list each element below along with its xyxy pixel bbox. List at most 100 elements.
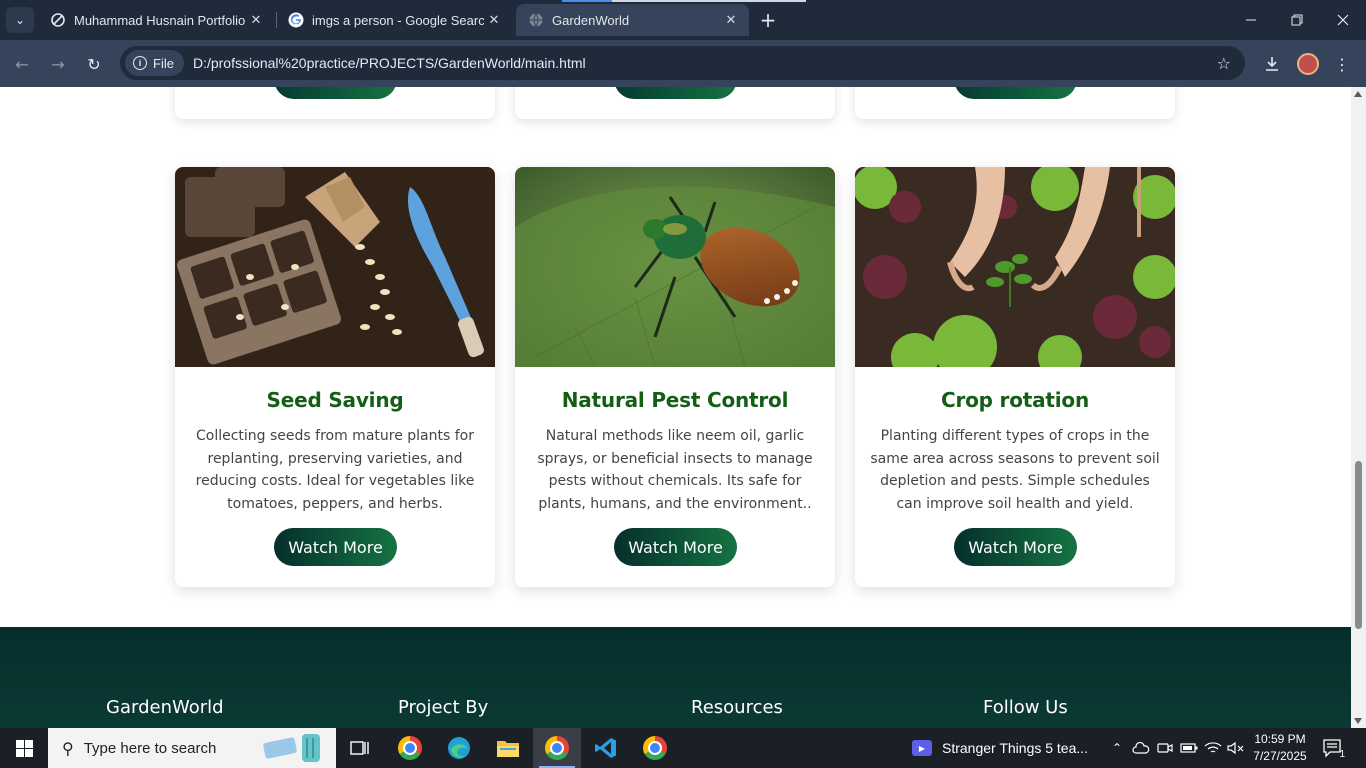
taskbar-media-widget[interactable]: ▶ Stranger Things 5 tea... [912,728,1088,768]
tab-google-search[interactable]: imgs a person - Google Search ✕ [276,4,512,36]
page-content: Seed Saving Collecting seeds from mature… [0,87,1351,728]
tab-gardenworld[interactable]: GardenWorld ✕ [516,4,749,36]
battery-icon [1180,743,1198,753]
minimize-icon [1246,19,1256,21]
chevron-down-icon: ⌄ [14,13,26,27]
wifi-icon [1204,742,1222,753]
beetle-on-leaf-photo [515,167,835,367]
portfolio-favicon-icon [50,12,66,28]
chrome-icon [545,736,569,760]
tab-title: imgs a person - Google Search [312,12,484,28]
vscode-icon [595,738,616,758]
card-description: Natural methods like neem oil, garlic sp… [537,428,813,512]
profile-button[interactable] [1294,50,1322,78]
close-icon [1337,14,1349,26]
task-view-button[interactable] [336,728,384,768]
close-window-button[interactable] [1320,0,1366,40]
taskbar-search[interactable]: ⚲ Type here to search [48,728,336,768]
volume-tray[interactable] [1225,728,1247,768]
menu-button[interactable]: ⋮ [1330,50,1354,78]
card-title: Natural Pest Control [561,388,789,412]
back-button[interactable]: ← [8,50,36,78]
edge-icon [448,737,470,759]
bookmark-star-icon[interactable]: ☆ [1217,54,1231,73]
tab-portfolio[interactable]: Muhammad Husnain Portfolio D ✕ [38,4,274,36]
taskbar-clock[interactable]: 10:59 PM 7/27/2025 [1248,731,1312,765]
card-crop-rotation: Crop rotation Planting different types o… [855,167,1175,587]
plus-icon: + [759,8,777,32]
page-scrollbar[interactable] [1351,87,1366,728]
close-icon[interactable]: ✕ [246,10,266,30]
notification-center-button[interactable]: 1 [1322,738,1345,760]
scroll-down-arrow-icon[interactable] [1354,718,1362,724]
footer-heading-resources: Resources [691,697,783,718]
watch-more-button[interactable] [614,87,737,99]
taskbar-chrome-1[interactable] [386,728,434,768]
url-text[interactable]: D:/profssional%20practice/PROJECTS/Garde… [193,55,1217,71]
watch-more-button[interactable] [274,87,397,99]
card-natural-pest-control: Natural Pest Control Natural methods lik… [515,167,835,587]
windows-logo-icon [15,739,33,757]
search-highlight-illustration-icon [263,734,320,762]
taskbar-vscode[interactable] [582,728,630,768]
clock-date: 7/27/2025 [1253,749,1307,763]
media-title: Stranger Things 5 tea... [942,740,1089,756]
watch-more-button[interactable]: Watch More [954,528,1077,566]
forward-button[interactable]: → [44,50,72,78]
site-footer: GardenWorld Project By Resources Follow … [0,627,1351,728]
scheme-label: File [153,55,174,71]
reload-icon: ↻ [87,54,101,74]
new-tab-button[interactable]: + [757,8,779,32]
footer-heading-project-by: Project By [398,697,489,718]
downloads-button[interactable] [1258,50,1286,78]
close-icon[interactable]: ✕ [484,10,504,30]
tab-loading-indicator [562,0,806,2]
browser-toolbar: ← → ↻ i File D:/profssional%20practice/P… [0,40,1366,87]
card-title: Crop rotation [940,388,1089,412]
meet-now-tray[interactable] [1154,728,1176,768]
windows-taskbar: ⚲ Type here to search ▶ Stranger Things … [0,728,1366,768]
watch-more-button[interactable]: Watch More [274,528,397,566]
google-favicon-icon [288,12,304,28]
previous-card-bottom [515,87,835,119]
notification-count: 1 [1339,749,1345,760]
previous-card-bottom [175,87,495,119]
network-tray[interactable] [1202,728,1224,768]
chrome-icon [398,736,422,760]
tab-title: Muhammad Husnain Portfolio D [74,12,246,28]
taskbar-chrome-2[interactable] [631,728,679,768]
video-play-icon: ▶ [912,740,932,756]
battery-tray[interactable] [1178,728,1200,768]
chrome-icon [643,736,667,760]
close-icon[interactable]: ✕ [721,10,741,30]
camera-icon [1157,743,1173,753]
globe-favicon-icon [528,12,544,28]
previous-card-bottom [855,87,1175,119]
taskbar-chrome-active[interactable] [533,728,581,768]
tab-search-button[interactable]: ⌄ [6,7,34,33]
arrow-left-icon: ← [15,54,29,74]
scroll-up-arrow-icon[interactable] [1354,91,1362,97]
kebab-menu-icon: ⋮ [1334,54,1350,74]
scrollbar-thumb[interactable] [1355,461,1362,629]
taskbar-edge[interactable] [435,728,483,768]
taskbar-file-explorer[interactable] [484,728,532,768]
restore-button[interactable] [1274,0,1320,40]
watch-more-button[interactable]: Watch More [614,528,737,566]
tab-title: GardenWorld [552,12,630,28]
address-bar[interactable]: i File D:/profssional%20practice/PROJECT… [120,46,1245,80]
minimize-button[interactable] [1228,0,1274,40]
start-button[interactable] [0,728,48,768]
speaker-muted-icon [1227,741,1244,755]
chevron-up-icon: ⌃ [1111,741,1123,755]
reload-button[interactable]: ↻ [80,50,108,78]
hands-planting-photo [855,167,1175,367]
clock-time: 10:59 PM [1254,732,1306,746]
watch-more-button[interactable] [954,87,1077,99]
site-info-chip[interactable]: i File [125,50,184,76]
show-hidden-icons-button[interactable]: ⌃ [1106,728,1128,768]
seed-tray-photo [175,167,495,367]
info-icon: i [133,56,147,70]
onedrive-tray[interactable] [1130,728,1152,768]
task-view-icon [350,741,369,755]
